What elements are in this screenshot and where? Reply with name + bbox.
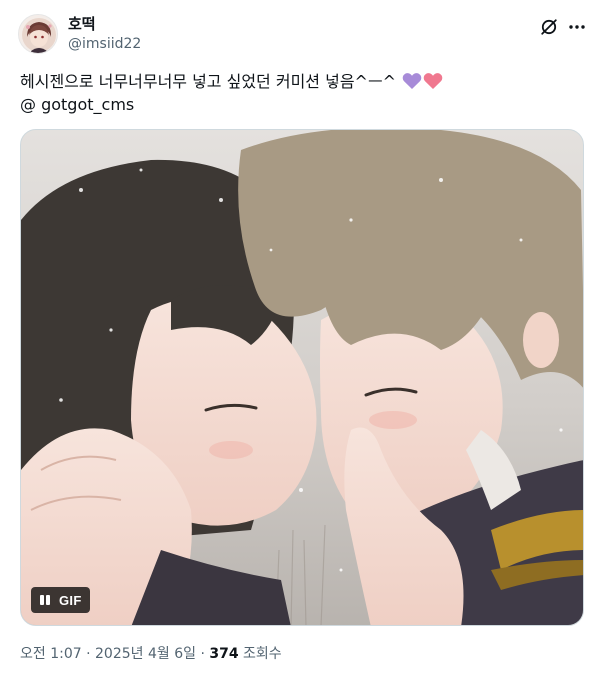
gif-play-pause-button[interactable]: GIF <box>31 587 90 613</box>
gif-artwork <box>21 130 583 625</box>
meta-separator: · <box>196 646 210 662</box>
tweet-meta: 오전 1:07 · 2025년 4월 6일 · 374 조회수 <box>20 645 282 663</box>
author-handle[interactable]: @imsiid22 <box>68 35 141 53</box>
heart-emojis <box>402 72 443 90</box>
post-date[interactable]: 2025년 4월 6일 <box>95 646 196 662</box>
tweet-text: 헤시젠으로 너무너무너무 넣고 싶었던 커미션 넣음^ㅡ^ @ gotgot_c… <box>20 70 595 116</box>
pause-icon <box>39 594 51 606</box>
tweet-text-line: 헤시젠으로 너무너무너무 넣고 싶었던 커미션 넣음^ㅡ^ <box>20 70 595 93</box>
post-time[interactable]: 오전 1:07 <box>20 646 82 662</box>
purple-heart-icon <box>402 73 422 89</box>
tweet-text-body: 헤시젠으로 너무너무너무 넣고 싶었던 커미션 넣음^ㅡ^ <box>20 72 397 91</box>
mention-link[interactable]: @ gotgot_cms <box>20 93 595 116</box>
grok-icon[interactable] <box>538 16 560 38</box>
views-count[interactable]: 374 <box>209 646 238 662</box>
pink-heart-icon <box>423 73 443 89</box>
media-gif[interactable]: GIF <box>20 129 584 626</box>
tweet-card: 호떡 @imsiid22 헤시젠으로 너무너무너무 넣고 싶었던 커미션 넣음^… <box>0 0 615 675</box>
avatar[interactable] <box>18 14 58 54</box>
meta-separator: · <box>81 646 96 662</box>
more-icon[interactable] <box>566 16 588 38</box>
avatar-image <box>19 15 57 53</box>
author-display-name[interactable]: 호떡 <box>68 14 96 34</box>
gif-label: GIF <box>59 592 82 608</box>
views-label: 조회수 <box>238 646 282 662</box>
